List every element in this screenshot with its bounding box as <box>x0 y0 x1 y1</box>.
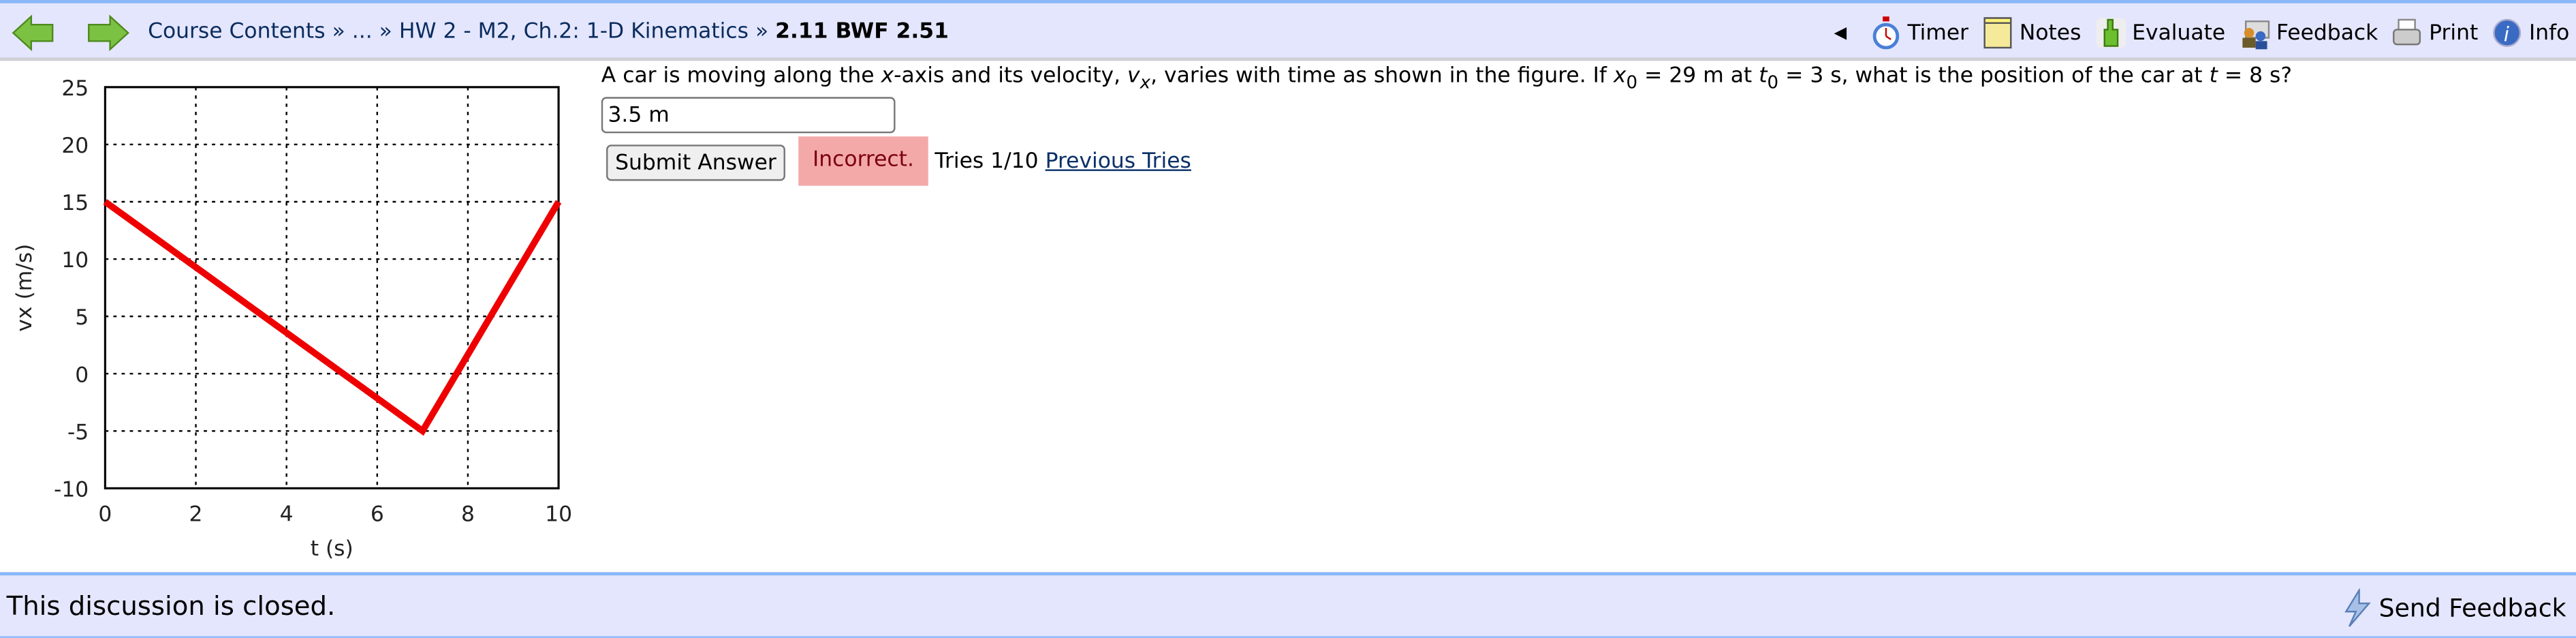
notes-button[interactable]: Notes <box>1981 16 2081 49</box>
thumbs-up-icon <box>2096 18 2126 48</box>
previous-tries-link[interactable]: Previous Tries <box>1046 149 1191 174</box>
discussion-footer: This discussion is closed. Send Feedback <box>0 572 2576 638</box>
velocity-time-chart: 0 2 4 6 8 10 -10 -5 0 5 10 15 20 25 t (s) vx (m/s) <box>12 76 572 561</box>
y-tick-label: -10 <box>54 477 89 502</box>
info-label: Info <box>2529 20 2570 46</box>
green-right-arrow-icon[interactable] <box>85 13 131 52</box>
stopwatch-icon <box>1872 16 1900 50</box>
green-left-arrow-icon[interactable] <box>10 13 56 52</box>
question-text: A car is moving along the x-axis and its… <box>601 64 2293 93</box>
x-axis-label: t (s) <box>311 536 354 561</box>
print-label: Print <box>2429 20 2479 46</box>
x-tick-label: 2 <box>189 502 203 527</box>
x-tick-label: 8 <box>461 502 475 527</box>
breadcrumb-separator: » <box>379 19 392 45</box>
send-feedback-label: Send Feedback <box>2378 593 2566 624</box>
svg-text:i: i <box>2504 22 2510 46</box>
status-badge: Incorrect. <box>798 136 928 186</box>
y-tick-label: -5 <box>67 420 89 444</box>
breadcrumb-separator: » <box>755 19 769 45</box>
y-axis-label: vx (m/s) <box>12 244 37 332</box>
y-tick-label: 15 <box>61 191 89 215</box>
timer-label: Timer <box>1907 20 1969 46</box>
y-tick-label: 20 <box>61 134 89 158</box>
evaluate-button[interactable]: Evaluate <box>2094 16 2225 49</box>
print-button[interactable]: Print <box>2391 16 2479 49</box>
x-tick-label: 4 <box>280 502 294 527</box>
notepad-icon <box>1984 17 2013 49</box>
y-tick-label: 25 <box>61 76 89 101</box>
tries-count: Tries 1/10 <box>934 149 1039 174</box>
send-feedback-button[interactable]: Send Feedback <box>2340 588 2566 628</box>
y-tick-label: 5 <box>75 305 89 330</box>
send-feedback-icon <box>2344 588 2371 627</box>
feedback-label: Feedback <box>2276 20 2378 46</box>
breadcrumb-hw2[interactable]: HW 2 - M2, Ch.2: 1-D Kinematics <box>399 20 749 44</box>
feedback-button[interactable]: Feedback <box>2239 16 2378 50</box>
x-tick-label: 10 <box>545 502 572 527</box>
breadcrumb: Course Contents » ... » HW 2 - M2, Ch.2:… <box>148 20 949 44</box>
info-icon: i <box>2494 18 2522 47</box>
tries-info: Tries 1/10 Previous Tries <box>934 149 1191 174</box>
y-tick-label: 10 <box>61 248 89 273</box>
top-navigation-bar: Course Contents » ... » HW 2 - M2, Ch.2:… <box>0 0 2576 61</box>
discussion-closed-text: This discussion is closed. <box>6 590 336 622</box>
collapse-toolbar-icon[interactable]: ◀ <box>1834 24 1847 42</box>
info-button[interactable]: i Info <box>2492 16 2570 49</box>
notes-label: Notes <box>2019 20 2082 46</box>
breadcrumb-current: 2.11 BWF 2.51 <box>775 19 949 45</box>
y-tick-label: 0 <box>75 363 89 387</box>
x-tick-label: 0 <box>98 502 112 527</box>
toolbar: ◀ Timer Notes Evaluate Feedback Print i … <box>1834 16 2570 50</box>
submit-answer-button[interactable]: Submit Answer <box>606 145 785 181</box>
breadcrumb-course-contents[interactable]: Course Contents <box>148 20 325 44</box>
plot-frame <box>104 86 560 489</box>
breadcrumb-ellipsis[interactable]: ... <box>352 20 373 44</box>
answer-input[interactable] <box>601 97 896 134</box>
timer-button[interactable]: Timer <box>1870 16 1969 50</box>
x-tick-label: 6 <box>371 502 384 527</box>
breadcrumb-separator: » <box>332 19 345 45</box>
printer-icon <box>2393 18 2422 46</box>
page: Course Contents » ... » HW 2 - M2, Ch.2:… <box>0 0 2576 638</box>
feedback-people-icon <box>2242 20 2269 50</box>
evaluate-label: Evaluate <box>2132 20 2226 46</box>
